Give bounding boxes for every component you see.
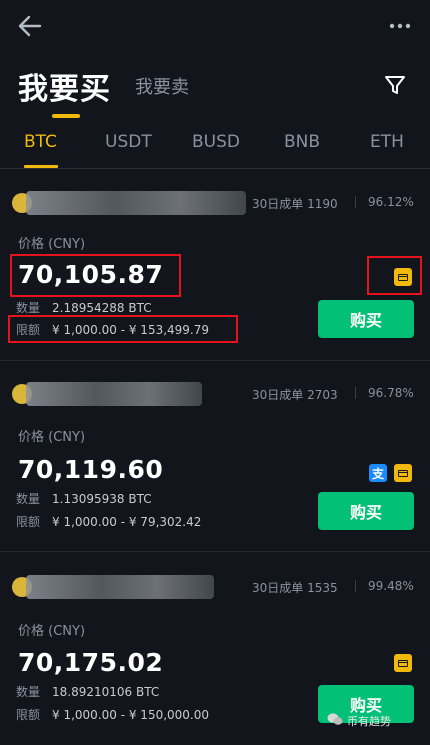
quantity-value: 18.89210106 BTC [52, 685, 160, 699]
alipay-icon: 支 [369, 464, 387, 482]
tab-usdt[interactable]: USDT [105, 132, 152, 152]
sell-side-tab[interactable]: 我要卖 [135, 73, 189, 99]
divider [355, 580, 356, 592]
limit-row: 限额 ¥ 1,000.00 - ¥ 150,000.00 [16, 706, 209, 723]
limit-value: ¥ 1,000.00 - ¥ 79,302.42 [52, 515, 202, 529]
quantity-value: 1.13095938 BTC [52, 492, 152, 506]
price-value: 70,119.60 [18, 455, 164, 484]
coin-tabs: BTC USDT BUSD BNB ETH [0, 122, 430, 169]
orders-30d: 30日成单 2703 [252, 388, 338, 402]
limit-row: 限额 ¥ 1,000.00 - ¥ 79,302.42 [16, 513, 201, 530]
price-value: 70,175.02 [18, 648, 164, 677]
buy-side-tab[interactable]: 我要买 [18, 64, 111, 108]
quantity-label: 数量 [16, 492, 41, 506]
quantity-row: 数量 2.18954288 BTC [16, 299, 152, 316]
bank-card-icon [394, 654, 412, 672]
price-label: 价格 (CNY) [18, 237, 86, 252]
filter-icon[interactable] [384, 74, 406, 96]
quantity-row: 数量 1.13095938 BTC [16, 490, 152, 507]
divider [355, 196, 356, 208]
completion-rate: 96.12% [368, 195, 414, 209]
tab-bnb[interactable]: BNB [284, 132, 320, 152]
payment-highlight-box [367, 256, 422, 295]
watermark-text: 币有趋势 [347, 715, 391, 728]
more-options-icon[interactable] [388, 12, 412, 40]
limit-highlight-box [8, 315, 238, 343]
price-label: 价格 (CNY) [18, 430, 86, 445]
price-highlight-box [10, 254, 181, 297]
merchant-name-blurred [26, 382, 202, 406]
price-label: 价格 (CNY) [18, 624, 86, 639]
divider [355, 387, 356, 399]
active-tab-underline [24, 165, 58, 168]
listing-card: 30日成单 1190 96.12% 价格 (CNY) 70,105.87 数量 2… [0, 180, 430, 361]
limit-label: 限额 [16, 515, 41, 529]
quantity-value: 2.18954288 BTC [52, 301, 152, 315]
quantity-row: 数量 18.89210106 BTC [16, 683, 159, 700]
quantity-label: 数量 [16, 301, 41, 315]
buy-button[interactable]: 购买 [318, 492, 414, 530]
tab-eth[interactable]: ETH [370, 132, 404, 152]
top-bar [0, 0, 430, 52]
completion-rate: 96.78% [368, 386, 414, 400]
bank-card-icon [394, 464, 412, 482]
quantity-label: 数量 [16, 685, 41, 699]
buy-button[interactable]: 购买 [318, 300, 414, 338]
orders-30d: 30日成单 1535 [252, 581, 338, 595]
tab-busd[interactable]: BUSD [192, 132, 240, 152]
merchant-name-blurred [26, 575, 214, 599]
merchant-name-blurred [26, 191, 246, 215]
limit-value: ¥ 1,000.00 - ¥ 150,000.00 [52, 708, 210, 722]
listing-card: 30日成单 2703 96.78% 价格 (CNY) 70,119.60 数量 1… [0, 371, 430, 552]
orders-30d: 30日成单 1190 [252, 197, 338, 211]
completion-rate: 99.48% [368, 579, 414, 593]
trade-side-switch: 我要买 我要卖 [0, 58, 430, 118]
limit-label: 限额 [16, 708, 41, 722]
tab-btc[interactable]: BTC [24, 132, 57, 152]
buy-side-underline [52, 114, 80, 118]
wechat-icon [327, 713, 343, 725]
back-arrow-icon[interactable] [16, 12, 44, 40]
